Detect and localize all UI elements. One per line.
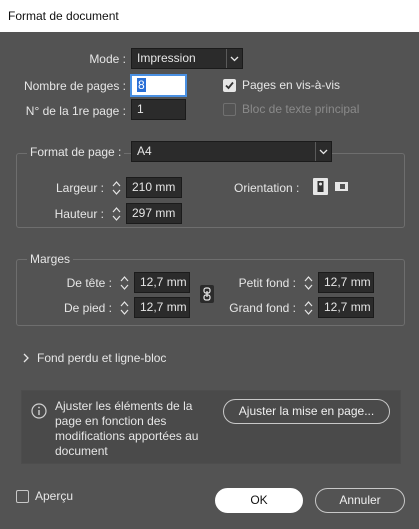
- page-size-value: A4: [137, 144, 152, 158]
- page-size-label: Format de page :: [27, 145, 125, 159]
- bleed-label: Fond perdu et ligne-bloc: [37, 351, 167, 365]
- mode-dropdown[interactable]: Impression: [131, 48, 243, 69]
- adjust-layout-button[interactable]: Ajuster la mise en page...: [223, 399, 390, 424]
- page-count-input[interactable]: 8: [131, 75, 186, 96]
- primary-text-frame-checkbox[interactable]: [223, 103, 236, 116]
- window-titlebar: Format de document: [0, 0, 419, 32]
- width-label: Largeur :: [55, 181, 104, 195]
- margin-bottom-label: De pied :: [63, 301, 112, 315]
- height-input[interactable]: 297 mm: [126, 203, 182, 224]
- page-count-value: 8: [137, 78, 146, 92]
- chevron-down-icon: [226, 49, 242, 68]
- checkmark-icon: [225, 81, 234, 90]
- info-line: modifications apportées au: [55, 429, 199, 443]
- chevron-down-icon: [315, 142, 331, 161]
- margin-inside-label: Petit fond :: [238, 276, 296, 290]
- margin-top-input[interactable]: 12,7 mm: [134, 272, 190, 293]
- page-size-dropdown[interactable]: A4: [131, 141, 332, 162]
- margin-outside-value: 12,7 mm: [324, 300, 371, 314]
- adjust-layout-panel: Ajuster les éléments de la page en fonct…: [21, 390, 401, 464]
- chevron-right-icon: [23, 353, 29, 363]
- first-page-label: N° de la 1re page :: [25, 104, 126, 118]
- height-stepper[interactable]: [109, 203, 123, 224]
- margins-title: Marges: [27, 252, 74, 266]
- margin-inside-value: 12,7 mm: [324, 275, 371, 289]
- margin-bottom-input[interactable]: 12,7 mm: [134, 297, 190, 318]
- margin-outside-stepper[interactable]: [301, 297, 315, 318]
- width-value: 210 mm: [132, 180, 176, 194]
- page-count-label: Nombre de pages :: [23, 79, 126, 93]
- info-line: document: [55, 444, 108, 458]
- margin-top-label: De tête :: [66, 276, 112, 290]
- margin-inside-input[interactable]: 12,7 mm: [318, 272, 374, 293]
- mode-value: Impression: [137, 51, 196, 65]
- info-line: page en fonction des: [55, 414, 167, 428]
- height-value: 297 mm: [132, 206, 176, 220]
- link-icon[interactable]: [200, 285, 214, 303]
- margin-bottom-value: 12,7 mm: [140, 300, 187, 314]
- margin-bottom-stepper[interactable]: [117, 297, 131, 318]
- preview-label: Aperçu: [35, 489, 74, 503]
- mode-label: Mode :: [89, 52, 126, 66]
- ok-button[interactable]: OK: [215, 488, 303, 513]
- landscape-icon[interactable]: [334, 178, 349, 195]
- first-page-input[interactable]: 1: [131, 99, 186, 120]
- margin-outside-input[interactable]: 12,7 mm: [318, 297, 374, 318]
- first-page-value: 1: [137, 102, 144, 116]
- primary-text-frame-label: Bloc de texte principal: [242, 102, 360, 116]
- info-icon: [31, 403, 47, 419]
- margin-top-stepper[interactable]: [117, 272, 131, 293]
- facing-pages-label: Pages en vis-à-vis: [242, 78, 341, 92]
- height-label: Hauteur :: [54, 207, 104, 221]
- margin-top-value: 12,7 mm: [140, 275, 187, 289]
- width-stepper[interactable]: [109, 177, 123, 198]
- cancel-button[interactable]: Annuler: [315, 488, 405, 513]
- width-input[interactable]: 210 mm: [126, 177, 182, 198]
- window-title: Format de document: [8, 9, 119, 23]
- bleed-disclosure[interactable]: Fond perdu et ligne-bloc: [22, 350, 212, 366]
- facing-pages-checkbox[interactable]: [223, 79, 236, 92]
- adjust-layout-description: Ajuster les éléments de la page en fonct…: [55, 399, 215, 459]
- margin-inside-stepper[interactable]: [301, 272, 315, 293]
- preview-checkbox[interactable]: [16, 490, 29, 503]
- info-line: Ajuster les éléments de la: [55, 399, 193, 413]
- margin-outside-label: Grand fond :: [229, 301, 296, 315]
- orientation-label: Orientation :: [234, 181, 300, 195]
- portrait-icon[interactable]: [313, 178, 328, 195]
